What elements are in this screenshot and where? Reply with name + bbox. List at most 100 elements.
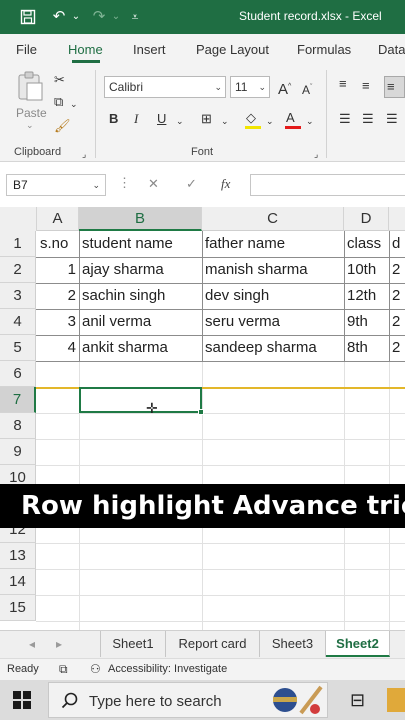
app-icon[interactable] [387,688,405,712]
borders-icon[interactable]: ⊞ [201,111,212,127]
row-header-14[interactable]: 14 [0,569,36,595]
enter-icon[interactable]: ✓ [186,176,197,192]
active-cell-b7[interactable] [79,387,204,415]
align-bottom-button[interactable]: ≡ [384,76,405,98]
tab-formulas[interactable]: Formulas [297,42,351,57]
table-header-cell[interactable]: d [389,231,405,257]
accessibility-status[interactable]: Accessibility: Investigate [108,663,227,675]
insert-function-icon[interactable]: fx [221,176,230,192]
font-launcher-icon[interactable]: ⌟ [314,146,318,162]
macro-recording-icon[interactable]: ⧉ [59,662,68,677]
align-right-icon[interactable]: ☰ [386,111,398,127]
align-center-icon[interactable]: ☰ [362,111,374,127]
table-cell[interactable]: dev singh [202,283,344,309]
bold-button[interactable]: B [109,111,118,127]
row-header-1[interactable]: 1 [0,231,36,257]
font-color-dropdown-icon[interactable]: ⌄ [306,113,314,129]
table-header-cell[interactable]: student name [79,231,202,257]
formula-input[interactable] [250,174,405,196]
decrease-font-size-icon[interactable]: Aˇ [302,80,312,98]
table-cell[interactable]: 1 [37,257,79,283]
table-cell[interactable]: sachin singh [79,283,202,309]
fill-handle[interactable] [198,409,204,415]
row-header-2[interactable]: 2 [0,257,36,283]
font-color-icon[interactable]: A [286,110,295,126]
undo-dropdown-icon[interactable]: ⌄ [66,7,86,27]
align-left-icon[interactable]: ☰ [339,111,351,127]
row-header-9[interactable]: 9 [0,439,36,465]
borders-dropdown-icon[interactable]: ⌄ [221,113,229,129]
paste-dropdown-icon[interactable]: ⌄ [26,120,34,131]
row-header-3[interactable]: 3 [0,283,36,309]
fill-color-icon[interactable]: ◇ [246,110,256,126]
table-cell[interactable]: 9th [344,309,389,335]
font-size-select[interactable]: 11 ⌄ [230,76,270,98]
windows-start-button[interactable] [12,690,32,710]
table-cell[interactable]: manish sharma [202,257,344,283]
sheet-tab-sheet3[interactable]: Sheet3 [260,631,326,657]
italic-button[interactable]: I [134,111,138,127]
row-header-7[interactable]: 7 [0,387,36,413]
table-cell[interactable]: 2 [389,283,405,309]
table-cell[interactable]: 2 [389,335,405,361]
column-header-c[interactable]: C [202,207,344,231]
column-header-d[interactable]: D [344,207,389,231]
row-header-13[interactable]: 13 [0,543,36,569]
prev-sheet-icon[interactable]: ◂ [29,637,35,651]
cancel-icon[interactable]: ✕ [148,176,159,192]
table-cell[interactable]: 2 [37,283,79,309]
column-header-b[interactable]: B [79,207,202,231]
table-cell[interactable]: ankit sharma [79,335,202,361]
save-icon[interactable] [18,7,38,27]
name-box[interactable]: B7 ⌄ [6,174,106,196]
next-sheet-icon[interactable]: ▸ [56,637,62,651]
select-all-corner[interactable] [0,207,37,231]
row-header-5[interactable]: 5 [0,335,36,361]
redo-dropdown-icon[interactable]: ⌄ [106,7,126,27]
task-view-icon[interactable]: ⊟ [350,690,365,711]
table-cell[interactable]: 2 [389,257,405,283]
row-header-15[interactable]: 15 [0,595,36,621]
paste-button[interactable]: Paste ⌄ [12,70,48,131]
align-top-icon[interactable]: ≡ [339,76,347,92]
tab-data[interactable]: Data [378,42,405,57]
table-cell[interactable]: anil verma [79,309,202,335]
table-cell[interactable]: 12th [344,283,389,309]
tab-file[interactable]: File [16,42,37,57]
table-header-cell[interactable]: class [344,231,389,257]
table-cell[interactable]: 4 [37,335,79,361]
customize-quick-access-icon[interactable]: ⩡ [125,7,145,27]
format-painter-icon[interactable]: 🖌 [54,118,71,134]
table-cell[interactable]: 10th [344,257,389,283]
sheet-tab-report-card[interactable]: Report card [166,631,260,657]
tab-page-layout[interactable]: Page Layout [196,42,269,57]
sheet-tab-sheet2[interactable]: Sheet2 [326,631,390,657]
underline-button[interactable]: U [157,111,166,127]
cut-icon[interactable]: ✂ [54,72,65,88]
table-cell[interactable]: seru verma [202,309,344,335]
underline-dropdown-icon[interactable]: ⌄ [176,113,184,129]
increase-font-size-icon[interactable]: A^ [278,79,291,98]
sheet-tab-sheet1[interactable]: Sheet1 [100,631,166,657]
accessibility-icon[interactable]: ⚇ [90,662,101,676]
table-cell[interactable]: ajay sharma [79,257,202,283]
worksheet-grid[interactable]: A B C D 1 2 3 4 5 6 7 8 9 10 11 12 13 14… [0,207,405,630]
copy-icon[interactable]: ⧉ [54,94,63,110]
row-header-4[interactable]: 4 [0,309,36,335]
font-name-select[interactable]: Calibri ⌄ [104,76,226,98]
row-header-6[interactable]: 6 [0,361,36,387]
tab-insert[interactable]: Insert [133,42,166,57]
copy-dropdown-icon[interactable]: ⌄ [70,96,78,112]
row-header-8[interactable]: 8 [0,413,36,439]
align-middle-icon[interactable]: ≡ [362,78,370,94]
table-cell[interactable]: 2 [389,309,405,335]
table-header-cell[interactable]: s.no [37,231,79,257]
fill-color-dropdown-icon[interactable]: ⌄ [266,113,274,129]
clipboard-launcher-icon[interactable]: ⌟ [82,146,86,162]
column-header-a[interactable]: A [37,207,79,231]
tab-home[interactable]: Home [68,42,103,57]
table-cell[interactable]: 3 [37,309,79,335]
taskbar-search-box[interactable]: Type here to search [48,682,328,718]
column-header-e[interactable] [389,207,405,231]
table-cell[interactable]: sandeep sharma [202,335,344,361]
